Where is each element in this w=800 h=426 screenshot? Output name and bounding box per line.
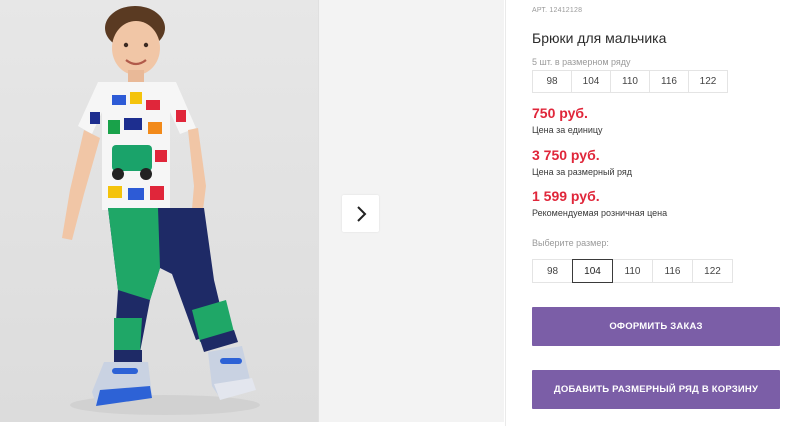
size-row-cell: 110 bbox=[610, 70, 650, 93]
size-option-104[interactable]: 104 bbox=[572, 259, 613, 283]
product-page: АРТ. 12412128 Брюки для мальчика 5 шт. в… bbox=[0, 0, 800, 426]
add-size-row-to-cart-button[interactable]: ДОБАВИТЬ РАЗМЕРНЫЙ РЯД В КОРЗИНУ bbox=[532, 370, 780, 409]
product-title: Брюки для мальчика bbox=[532, 30, 667, 46]
size-option-116[interactable]: 116 bbox=[652, 259, 693, 283]
size-row-cell: 98 bbox=[532, 70, 572, 93]
size-option-110[interactable]: 110 bbox=[612, 259, 653, 283]
product-gallery bbox=[0, 0, 504, 422]
chevron-right-icon bbox=[356, 205, 366, 222]
place-order-button[interactable]: ОФОРМИТЬ ЗАКАЗ bbox=[532, 307, 780, 346]
size-row-grid: 98 104 110 116 122 bbox=[532, 70, 728, 93]
retail-price-caption: Рекомендуемая розничная цена bbox=[532, 208, 668, 218]
unit-price-caption: Цена за единицу bbox=[532, 125, 603, 135]
size-row-label: 5 шт. в размерном ряду bbox=[532, 57, 631, 67]
size-option-98[interactable]: 98 bbox=[532, 259, 573, 283]
size-row-price-caption: Цена за размерный ряд bbox=[532, 167, 633, 177]
gallery-divider bbox=[318, 0, 319, 422]
product-photo bbox=[0, 0, 318, 422]
product-sku: АРТ. 12412128 bbox=[532, 7, 583, 14]
unit-price: 750 руб. bbox=[532, 105, 588, 121]
size-row-price: 3 750 руб. bbox=[532, 147, 600, 163]
size-row-cell: 116 bbox=[649, 70, 689, 93]
choose-size-label: Выберите размер: bbox=[532, 238, 609, 248]
size-option-122[interactable]: 122 bbox=[692, 259, 733, 283]
size-row-cell: 104 bbox=[571, 70, 611, 93]
column-divider bbox=[505, 0, 506, 426]
next-image-button[interactable] bbox=[342, 195, 379, 232]
size-selector: 98 104 110 116 122 bbox=[532, 259, 733, 283]
size-row-cell: 122 bbox=[688, 70, 728, 93]
boy-model-illustration bbox=[62, 6, 260, 415]
retail-price: 1 599 руб. bbox=[532, 188, 600, 204]
